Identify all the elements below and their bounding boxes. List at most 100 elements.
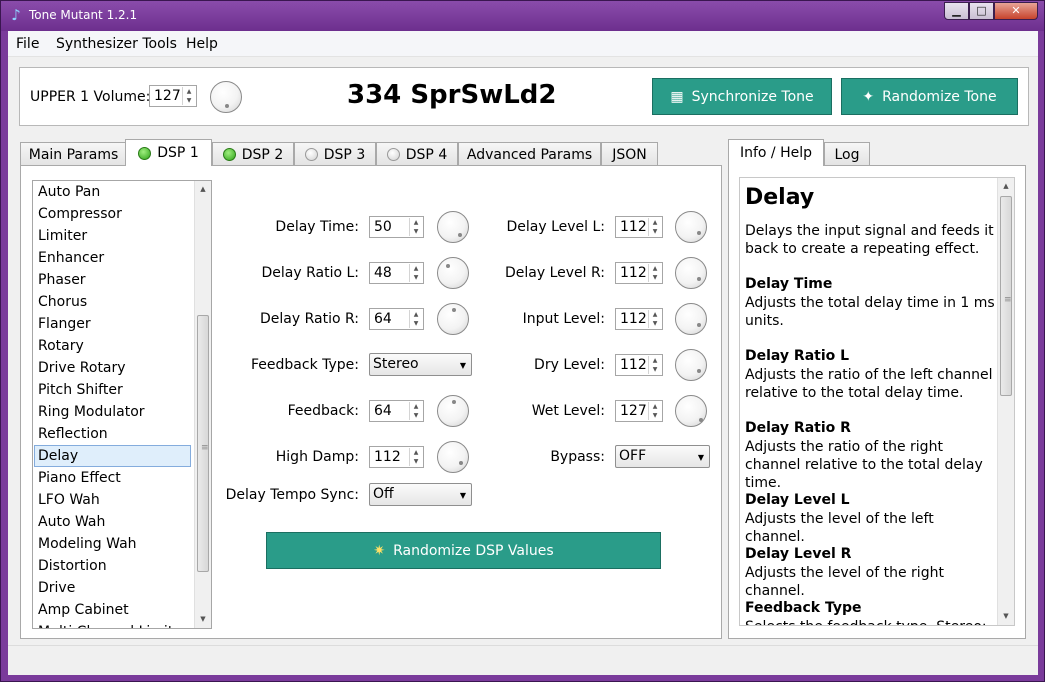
delay-level-r-knob[interactable] — [675, 257, 707, 289]
tab-dsp-2[interactable]: DSP 2 — [212, 142, 294, 166]
delay-time-spinbox[interactable]: 50 ▲ ▼ — [369, 216, 424, 238]
list-item[interactable]: Limiter — [34, 225, 191, 247]
spin-up-icon[interactable]: ▲ — [649, 264, 661, 273]
input-level-spinbox[interactable]: 112 ▲ ▼ — [615, 308, 663, 330]
list-item[interactable]: Modeling Wah — [34, 533, 191, 555]
spin-up-icon[interactable]: ▲ — [410, 402, 422, 411]
list-item[interactable]: Enhancer — [34, 247, 191, 269]
wet-level-knob[interactable] — [675, 395, 707, 427]
delay-level-l-spinbox[interactable]: 112 ▲ ▼ — [615, 216, 663, 238]
list-item[interactable]: Amp Cabinet — [34, 599, 191, 621]
close-button[interactable]: ✕ — [994, 2, 1038, 20]
list-item[interactable]: Drive — [34, 577, 191, 599]
spin-up-icon[interactable]: ▲ — [649, 356, 661, 365]
list-item[interactable]: Ring Modulator — [34, 401, 191, 423]
scroll-thumb[interactable]: ≡ — [197, 315, 209, 572]
delay-ratio-l-knob[interactable] — [437, 257, 469, 289]
spin-down-icon[interactable]: ▼ — [649, 227, 661, 236]
spin-down-icon[interactable]: ▼ — [410, 411, 422, 420]
delay-tempo-sync-select[interactable]: Off ▼ — [369, 483, 472, 506]
list-item[interactable]: Auto Wah — [34, 511, 191, 533]
list-item[interactable]: Compressor — [34, 203, 191, 225]
spin-up-icon[interactable]: ▲ — [410, 264, 422, 273]
volume-spinbox[interactable]: 127 ▲ ▼ — [149, 85, 197, 107]
spin-down-icon[interactable]: ▼ — [649, 273, 661, 282]
list-item[interactable]: Drive Rotary — [34, 357, 191, 379]
spin-down-icon[interactable]: ▼ — [410, 319, 422, 328]
list-item[interactable]: Distortion — [34, 555, 191, 577]
list-item[interactable]: Auto Pan — [34, 181, 191, 203]
synchronize-tone-button[interactable]: ▦ Synchronize Tone — [652, 78, 832, 115]
list-item[interactable]: Rotary — [34, 335, 191, 357]
maximize-button[interactable]: □ — [969, 2, 994, 20]
delay-level-l-value: 112 — [620, 219, 647, 235]
spin-down-icon[interactable]: ▼ — [410, 457, 422, 466]
feedback-spinbox[interactable]: 64 ▲ ▼ — [369, 400, 424, 422]
spin-up-icon[interactable]: ▲ — [183, 87, 195, 96]
list-item[interactable]: Multi Channel Limiter — [34, 621, 191, 628]
randomize-tone-button[interactable]: ✦ Randomize Tone — [841, 78, 1018, 115]
scroll-down-icon[interactable]: ▼ — [998, 608, 1014, 625]
dsp-panel: Auto Pan Compressor Limiter Enhancer Pha… — [20, 165, 722, 639]
delay-ratio-r-spinbox[interactable]: 64 ▲ ▼ — [369, 308, 424, 330]
spin-down-icon[interactable]: ▼ — [410, 227, 422, 236]
tab-dsp-1[interactable]: DSP 1 — [125, 139, 212, 166]
scroll-thumb[interactable]: ≡ — [1000, 196, 1012, 396]
title-bar[interactable]: ♪ Tone Mutant 1.2.1 ▁ □ ✕ — [1, 1, 1044, 31]
dry-level-knob[interactable] — [675, 349, 707, 381]
tab-dsp-4[interactable]: DSP 4 — [376, 142, 458, 166]
list-item[interactable]: Phaser — [34, 269, 191, 291]
spin-down-icon[interactable]: ▼ — [410, 273, 422, 282]
high-damp-knob[interactable] — [437, 441, 469, 473]
spin-down-icon[interactable]: ▼ — [183, 96, 195, 105]
spin-down-icon[interactable]: ▼ — [649, 319, 661, 328]
input-level-knob[interactable] — [675, 303, 707, 335]
delay-time-knob[interactable] — [437, 211, 469, 243]
tab-info-help[interactable]: Info / Help — [728, 139, 824, 166]
menu-file[interactable]: File — [16, 36, 39, 52]
menu-help[interactable]: Help — [186, 36, 218, 52]
spin-up-icon[interactable]: ▲ — [410, 218, 422, 227]
feedback-knob[interactable] — [437, 395, 469, 427]
wet-level-spinbox[interactable]: 127 ▲ ▼ — [615, 400, 663, 422]
scroll-up-icon[interactable]: ▲ — [998, 178, 1014, 195]
effect-list[interactable]: Auto Pan Compressor Limiter Enhancer Pha… — [32, 180, 212, 629]
spin-up-icon[interactable]: ▲ — [649, 402, 661, 411]
scroll-down-icon[interactable]: ▼ — [195, 611, 211, 628]
dry-level-spinbox[interactable]: 112 ▲ ▼ — [615, 354, 663, 376]
delay-ratio-r-knob[interactable] — [437, 303, 469, 335]
bypass-select[interactable]: OFF ▼ — [615, 445, 710, 468]
list-item[interactable]: Chorus — [34, 291, 191, 313]
tab-advanced-params[interactable]: Advanced Params — [458, 142, 601, 166]
menu-synthesizer-tools[interactable]: Synthesizer Tools — [56, 36, 177, 52]
help-scrollbar[interactable]: ▲ ≡ ▼ — [997, 178, 1014, 625]
scroll-up-icon[interactable]: ▲ — [195, 181, 211, 198]
list-item[interactable]: Pitch Shifter — [34, 379, 191, 401]
spin-up-icon[interactable]: ▲ — [410, 310, 422, 319]
list-item[interactable]: Reflection — [34, 423, 191, 445]
delay-ratio-l-spinbox[interactable]: 48 ▲ ▼ — [369, 262, 424, 284]
spin-up-icon[interactable]: ▲ — [410, 448, 422, 457]
spin-up-icon[interactable]: ▲ — [649, 218, 661, 227]
volume-knob[interactable] — [210, 81, 242, 113]
tab-dsp-3[interactable]: DSP 3 — [294, 142, 376, 166]
effect-list-scrollbar[interactable]: ▲ ≡ ▼ — [194, 181, 211, 628]
list-item[interactable]: LFO Wah — [34, 489, 191, 511]
minimize-button[interactable]: ▁ — [944, 2, 969, 20]
randomize-tone-label: Randomize Tone — [882, 88, 997, 105]
spin-down-icon[interactable]: ▼ — [649, 411, 661, 420]
list-item-selected[interactable]: Delay — [34, 445, 191, 467]
spin-up-icon[interactable]: ▲ — [649, 310, 661, 319]
high-damp-spinbox[interactable]: 112 ▲ ▼ — [369, 446, 424, 468]
delay-level-r-spinbox[interactable]: 112 ▲ ▼ — [615, 262, 663, 284]
dropdown-arrow-icon: ▼ — [459, 491, 466, 500]
tab-json[interactable]: JSON — [601, 142, 658, 166]
spin-down-icon[interactable]: ▼ — [649, 365, 661, 374]
feedback-type-select[interactable]: Stereo ▼ — [369, 353, 472, 376]
tab-log[interactable]: Log — [824, 142, 870, 166]
randomize-dsp-values-button[interactable]: ✷ Randomize DSP Values — [266, 532, 661, 569]
list-item[interactable]: Flanger — [34, 313, 191, 335]
tab-main-params[interactable]: Main Params — [20, 142, 127, 166]
delay-level-l-knob[interactable] — [675, 211, 707, 243]
list-item[interactable]: Piano Effect — [34, 467, 191, 489]
